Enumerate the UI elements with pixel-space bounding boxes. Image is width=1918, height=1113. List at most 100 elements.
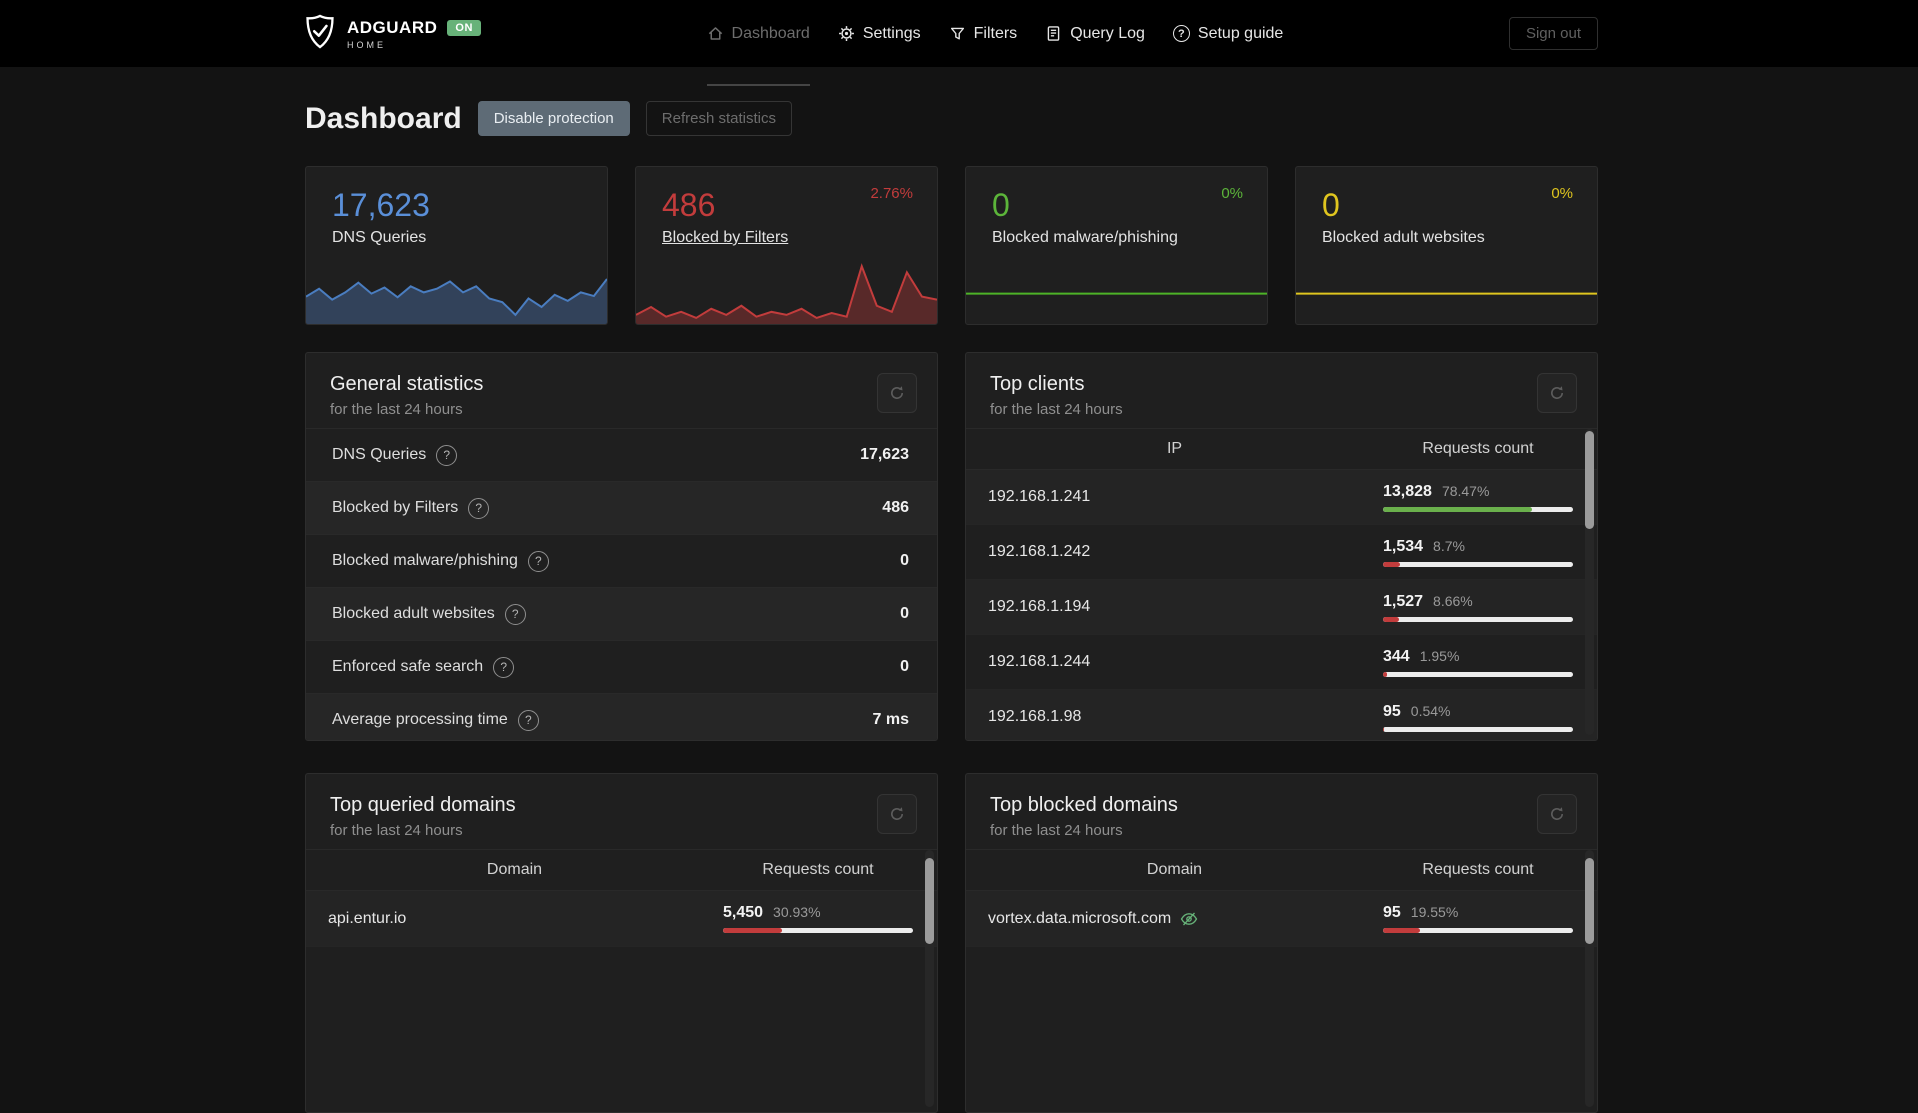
nav-item-settings[interactable]: Settings [838,0,921,67]
refresh-icon[interactable] [1537,373,1577,413]
request-percent: 1.95% [1419,647,1460,664]
stat-card-blocked-malware: 0% 0 Blocked malware/phishing [965,166,1268,325]
progress-bar-fill [723,928,782,933]
stats-row: Blocked adult websites? 0 [306,587,937,640]
scrollbar-thumb[interactable] [1585,431,1594,529]
brand-sub: HOME [347,39,386,50]
nav-item-setup-guide[interactable]: ? Setup guide [1172,0,1284,67]
column-header-domain: Domain [1146,861,1203,878]
refresh-statistics-button[interactable]: Refresh statistics [645,101,792,136]
stats-row: Blocked by Filters? 486 [306,481,937,534]
blocked-malware-sparkline [966,260,1267,324]
card-subtitle: for the last 24 hours [990,401,1123,418]
column-header-ip: IP [1166,440,1183,457]
scrollbar-track[interactable] [1585,850,1594,1107]
stat-label[interactable]: Blocked malware/phishing [992,229,1178,247]
scrollbar-thumb[interactable] [925,858,934,944]
dashboard-icon [707,25,724,42]
disable-protection-button[interactable]: Disable protection [477,101,630,136]
domain-row: api.entur.io 5,450 30.93% [306,891,937,947]
stat-percent: 2.76% [870,185,913,202]
request-count: 344 [1383,647,1410,665]
refresh-icon[interactable] [877,373,917,413]
stats-row-value: 0 [900,552,909,569]
progress-bar [723,928,913,933]
card-subtitle: for the last 24 hours [330,401,463,418]
client-row: 192.168.1.98 95 0.54% [966,690,1597,740]
request-percent: 30.93% [773,904,821,920]
scrollbar-thumb[interactable] [1585,858,1594,944]
protection-on-badge: ON [447,19,481,36]
progress-bar-fill [1383,726,1385,732]
stats-row-value: 0 [900,605,909,622]
scrollbar-track[interactable] [925,850,934,1107]
progress-bar [1383,616,1573,622]
dns-queries-sparkline [306,260,607,324]
progress-bar-fill [1383,561,1400,567]
nav-item-filters[interactable]: Filters [949,0,1018,67]
general-statistics-list: DNS Queries? 17,623 Blocked by Filters? 48… [306,428,937,740]
nav-item-label: Filters [973,24,1018,42]
nav-item-label: Setup guide [1197,24,1284,42]
card-title: Top blocked domains [990,794,1178,816]
request-count: 1,534 [1383,537,1424,555]
stat-percent: 0% [1221,185,1243,202]
stat-card-blocked-by-filters: 2.76% 486 Blocked by Filters [635,166,938,325]
progress-bar [1383,506,1573,512]
column-header-requests: Requests count [1422,440,1534,457]
stats-row-label: Blocked adult websites [332,605,495,622]
top-clients-card: Top clients for the last 24 hours IP Req… [965,352,1598,741]
domain-name: vortex.data.microsoft.com [988,909,1172,927]
brand[interactable]: ADGUARD ON HOME [305,14,481,54]
request-count: 1,527 [1383,592,1424,610]
sign-out-button[interactable]: Sign out [1508,17,1598,50]
nav-item-dashboard[interactable]: Dashboard [706,0,811,86]
progress-bar-fill [1383,671,1387,677]
nav-item-label: Dashboard [731,24,810,42]
scrollbar-track[interactable] [1585,429,1594,735]
stat-card-blocked-adult: 0% 0 Blocked adult websites [1295,166,1598,325]
funnel-icon [949,25,966,42]
request-count: 95 [1383,904,1401,921]
column-header-domain: Domain [486,861,543,878]
client-row: 192.168.1.241 13,828 78.47% [966,470,1597,525]
blocked-domain-eye-slash-icon [1180,910,1198,928]
dashboard-page: Dashboard Disable protection Refresh sta… [305,101,1598,1113]
refresh-icon[interactable] [877,794,917,834]
stats-row-label: Blocked by Filters [332,499,459,516]
top-queried-domains-card: Top queried domains for the last 24 hour… [305,773,938,1113]
page-title: Dashboard [305,101,462,135]
column-header-requests: Requests count [762,861,874,878]
table-header: Domain Requests count [966,849,1597,891]
question-circle-icon: ? [1172,25,1190,42]
nav-item-label: Settings [862,24,921,42]
client-ip: 192.168.1.244 [988,653,1091,670]
help-icon: ? [504,603,526,625]
refresh-icon[interactable] [1537,794,1577,834]
client-ip: 192.168.1.194 [988,598,1091,615]
request-percent: 78.47% [1441,482,1490,499]
adguard-logo-icon [305,14,335,54]
help-icon: ? [527,550,549,572]
card-title: General statistics [330,373,484,395]
stat-label[interactable]: Blocked by Filters [662,229,788,247]
stat-percent: 0% [1551,185,1573,202]
client-ip: 192.168.1.242 [988,543,1091,560]
nav-item-query-log[interactable]: Query Log [1045,0,1145,67]
stats-row-label: Blocked malware/phishing [332,552,518,569]
stat-label[interactable]: DNS Queries [332,229,426,247]
card-title: Top queried domains [330,794,516,816]
stats-row: DNS Queries? 17,623 [306,428,937,481]
domain-row: vortex.data.microsoft.com 95 19.55% [966,891,1597,947]
settings-gear-icon [838,25,855,42]
card-subtitle: for the last 24 hours [330,822,463,839]
request-percent: 8.7% [1433,537,1465,554]
stat-card-dns-queries: 17,623 DNS Queries [305,166,608,325]
stat-label[interactable]: Blocked adult websites [1322,229,1485,247]
client-ip: 192.168.1.241 [988,488,1091,505]
client-row: 192.168.1.194 1,527 8.66% [966,580,1597,635]
stats-row-label: DNS Queries [332,446,427,463]
top-clients-table: 192.168.1.241 13,828 78.47% 192.168.1.242… [966,470,1597,740]
table-header: Domain Requests count [306,849,937,891]
progress-bar-fill [1383,928,1421,933]
